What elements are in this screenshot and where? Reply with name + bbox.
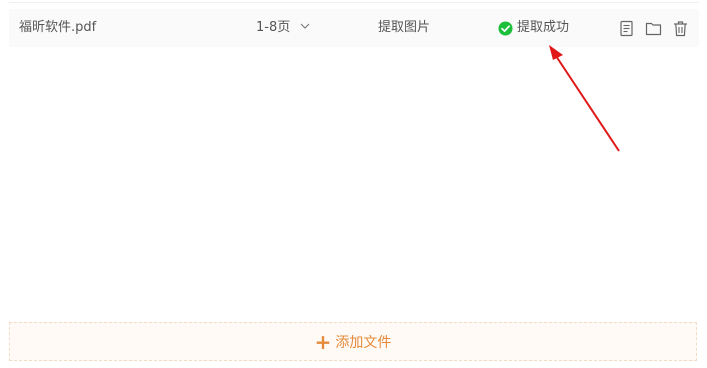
- add-file-button[interactable]: + 添加文件: [9, 322, 697, 361]
- divider: [9, 2, 699, 3]
- check-circle-icon: [498, 20, 513, 36]
- page-range-value: 1-8页: [256, 20, 291, 35]
- page-range-select[interactable]: 1-8页: [256, 9, 310, 47]
- file-name: 福昕软件.pdf: [19, 20, 97, 35]
- extraction-panel: 福昕软件.pdf 1-8页 提取图片 提取成功 + 添加文件: [0, 0, 707, 368]
- row-actions: [618, 20, 689, 37]
- trash-icon[interactable]: [672, 20, 689, 37]
- document-icon[interactable]: [618, 20, 635, 37]
- plus-icon: +: [314, 329, 332, 354]
- add-file-label: 添加文件: [335, 334, 392, 351]
- status-badge: 提取成功: [498, 9, 569, 47]
- folder-icon[interactable]: [645, 20, 662, 37]
- file-row: 福昕软件.pdf 1-8页 提取图片 提取成功: [9, 9, 699, 47]
- status-text: 提取成功: [517, 20, 570, 35]
- chevron-down-icon: [300, 23, 310, 29]
- annotation-arrow: [549, 45, 620, 152]
- extract-type: 提取图片: [378, 20, 431, 35]
